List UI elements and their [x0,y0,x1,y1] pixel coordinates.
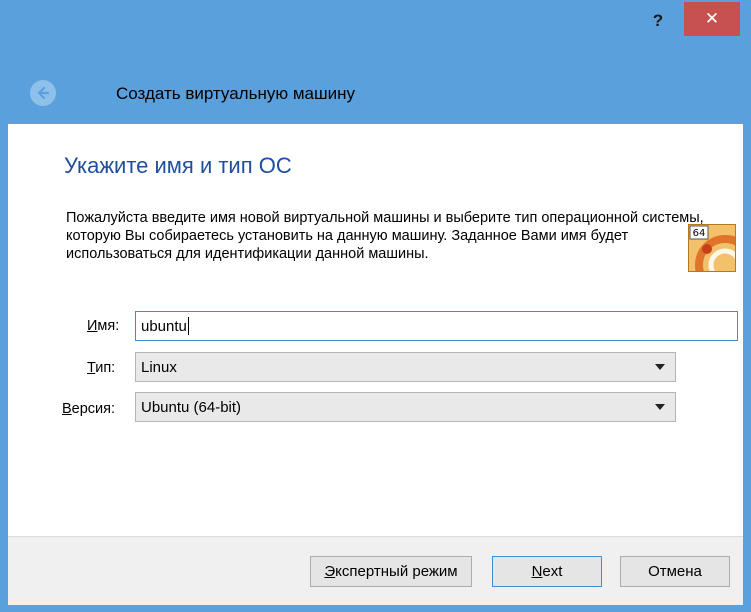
wizard-title: Создать виртуальную машину [116,84,355,103]
chevron-down-icon [655,364,665,370]
back-arrow-icon [37,86,50,100]
close-button[interactable]: ✕ [684,2,740,36]
page-description: Пожалуйста введите имя новой виртуальной… [66,210,704,262]
type-select[interactable]: Linux [135,352,676,382]
type-label: Тип: [87,360,116,376]
name-input-value: ubuntu [141,317,187,335]
help-button[interactable]: ? [637,6,679,36]
next-button[interactable]: Next [492,556,602,587]
dialog-window: ? ✕ Создать виртуальную машину Укажите и… [0,0,751,612]
ubuntu-64-os-icon: 64 [688,224,736,272]
help-icon: ? [652,11,664,30]
cancel-button[interactable]: Отмена [620,556,730,587]
text-caret [187,317,189,335]
expert-mode-button[interactable]: Экспертный режим [310,556,472,587]
chevron-down-icon [655,404,665,410]
title-bar: ? ✕ [0,0,751,38]
os-icon-badge: 64 [693,228,706,239]
type-select-value: Linux [141,358,177,376]
version-select-value: Ubuntu (64-bit) [141,398,242,416]
version-select[interactable]: Ubuntu (64-bit) [135,392,676,422]
wizard-header: Создать виртуальную машину [8,38,743,123]
content-panel: Укажите имя и тип ОС Пожалуйста введите … [8,124,743,536]
version-label: Версия: [62,401,116,417]
name-input[interactable]: ubuntu [135,311,738,341]
button-bar: Экспертный режим Next Отмена [8,536,743,605]
close-icon: ✕ [704,9,720,28]
back-button[interactable] [30,80,56,106]
name-label: Имя: [87,318,120,334]
page-title: Укажите имя и тип ОС [64,153,292,178]
